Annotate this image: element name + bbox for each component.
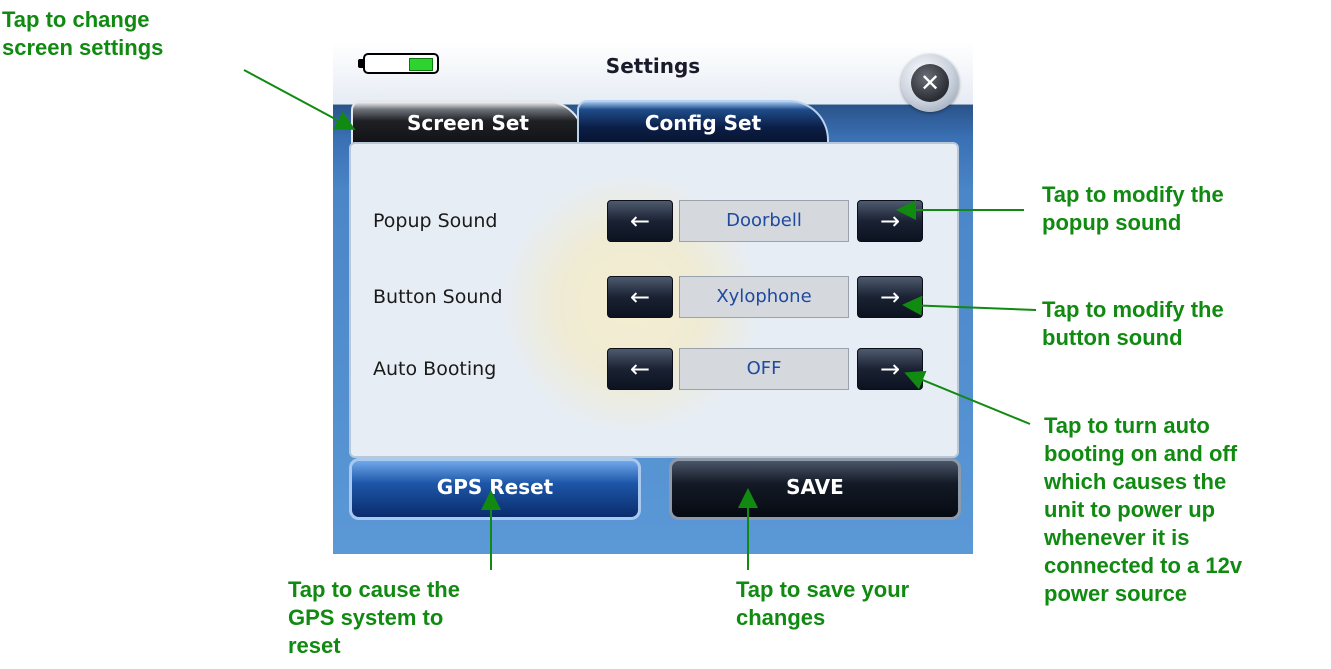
- annotation-popup-sound: Tap to modify the popup sound: [1042, 182, 1224, 235]
- auto-booting-next-button[interactable]: →: [857, 348, 923, 390]
- gps-reset-button[interactable]: GPS Reset: [349, 458, 641, 520]
- tab-screen-set[interactable]: Screen Set: [351, 100, 585, 144]
- tab-config-set[interactable]: Config Set: [577, 100, 829, 144]
- close-button[interactable]: ✕: [901, 54, 959, 112]
- settings-screen: Settings ✕ Screen Set Config Set Popup S…: [333, 42, 973, 554]
- annotation-button-sound: Tap to modify the button sound: [1042, 297, 1224, 350]
- popup-sound-value: Doorbell: [679, 200, 849, 242]
- close-icon: ✕: [911, 64, 949, 102]
- button-sound-next-button[interactable]: →: [857, 276, 923, 318]
- button-sound-prev-button[interactable]: ←: [607, 276, 673, 318]
- popup-sound-prev-button[interactable]: ←: [607, 200, 673, 242]
- auto-booting-prev-button[interactable]: ←: [607, 348, 673, 390]
- popup-sound-next-button[interactable]: →: [857, 200, 923, 242]
- annotation-gps-reset: Tap to cause the GPS system to reset: [288, 577, 460, 658]
- annotation-save: Tap to save your changes: [736, 577, 910, 630]
- title-bar: Settings: [333, 42, 973, 105]
- page-title: Settings: [605, 54, 701, 78]
- settings-panel: Popup Sound ← Doorbell → Button Sound ← …: [349, 142, 959, 458]
- annotation-auto-booting: Tap to turn auto booting on and off whic…: [1044, 413, 1243, 606]
- button-sound-value: Xylophone: [679, 276, 849, 318]
- save-button[interactable]: SAVE: [669, 458, 961, 520]
- popup-sound-label: Popup Sound: [373, 210, 498, 232]
- button-sound-label: Button Sound: [373, 286, 503, 308]
- auto-booting-value: OFF: [679, 348, 849, 390]
- annotation-screen-settings: Tap to change screen settings: [2, 7, 164, 60]
- auto-booting-label: Auto Booting: [373, 358, 497, 380]
